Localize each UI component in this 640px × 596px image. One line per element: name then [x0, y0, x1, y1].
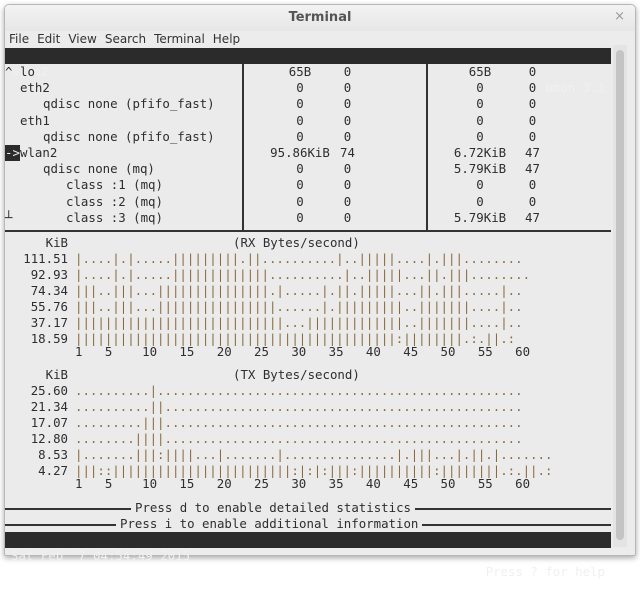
status-help: Press ? for help [485, 564, 605, 579]
graph-y-level: 111.51 [23, 251, 68, 266]
graph-y-level: 8.53 [38, 446, 68, 462]
graph-bars-row: ..........|.............................… [75, 383, 523, 398]
graph-y-level: 55.76 [30, 298, 68, 314]
interface-row-name[interactable]: lo [20, 64, 35, 80]
interface-tx-packets: 47 [525, 145, 540, 160]
interface-tx-packets: 0 [528, 177, 537, 193]
column-divider-1 [242, 64, 244, 232]
interface-row-name[interactable]: qdisc none (mq) [43, 161, 155, 177]
interface-row-name[interactable]: qdisc none (pfifo_fast) [43, 96, 215, 112]
status-bar: Sat Feb 7 04:54:49 2015 Press ? for help [5, 532, 611, 579]
interface-rx-packets: 0 [343, 64, 352, 79]
column-divider-2 [426, 64, 428, 232]
close-icon[interactable]: × [614, 9, 625, 24]
info-detailed: Press d to enable detailed statistics [5, 500, 611, 516]
scrollbar[interactable] [613, 45, 627, 547]
graph-y-level: 18.59 [30, 330, 68, 346]
graph-bars-row: |||..|||...||||||||||||||||......|.|||||… [75, 298, 523, 314]
interface-tx-packets: 0 [528, 96, 537, 112]
interface-tx-bytes: 0 [476, 128, 484, 144]
list-bottom-divider [5, 230, 611, 232]
scrollbar-thumb[interactable] [616, 50, 624, 540]
graph-bars-row: |....|.|.....|||||||||||||..........|..|… [75, 266, 531, 282]
interface-rx-packets: 74 [340, 145, 355, 160]
interface-row-name[interactable]: eth2 [20, 80, 50, 96]
interface-tx-packets: 0 [528, 128, 537, 144]
graph-bars-row: ..........||............................… [75, 398, 523, 414]
interface-tx-packets: 0 [528, 64, 537, 79]
interface-rx-packets: 0 [343, 80, 352, 96]
graph-y-level: 92.93 [30, 266, 68, 282]
window-title: Terminal [288, 10, 352, 25]
info-detailed-text: Press d to enable detailed statistics [131, 500, 416, 516]
interface-tx-bytes: 0 [476, 177, 484, 193]
interface-marker: ┴ [5, 209, 13, 225]
header-bar: wlan2 bmon 3.1 [5, 48, 611, 95]
interface-rx-packets: 0 [343, 161, 352, 177]
graph-title: (RX Bytes/second) [233, 235, 360, 250]
graph-y-level: 12.80 [30, 430, 68, 446]
graph-bars-row: ........||||............................… [75, 430, 523, 446]
interface-marker: -> [5, 145, 20, 161]
interface-tx-packets: 0 [528, 193, 537, 209]
interface-rx-packets: 0 [343, 96, 352, 112]
interface-row-name[interactable]: class :1 (mq) [66, 177, 163, 193]
interface-rx-packets: 0 [343, 128, 352, 144]
graph-y-level: 37.17 [30, 314, 68, 330]
interface-row-name[interactable]: wlan2 [20, 145, 57, 161]
graph-y-level: 21.34 [30, 398, 68, 414]
interface-row-name[interactable]: qdisc none (pfifo_fast) [43, 129, 215, 145]
graph-bars-row: .........|||............................… [75, 414, 523, 430]
interface-tx-bytes: 5.79KiB [453, 161, 507, 177]
graph-y-level: 74.34 [30, 282, 68, 298]
interface-tx-packets: 47 [525, 161, 540, 177]
graph-y-level: 25.60 [30, 383, 68, 398]
graph-title: (TX Bytes/second) [233, 367, 360, 382]
interface-tx-packets: 0 [528, 80, 537, 96]
graph-y-level: 17.07 [30, 414, 68, 430]
interface-rx-packets: 0 [343, 177, 352, 193]
interface-tx-bytes: 0 [476, 80, 484, 96]
graph-x-ticks: 1 5 10 15 20 25 30 35 40 45 50 55 60 [75, 344, 531, 360]
interface-rx-packets: 0 [343, 193, 352, 209]
graph-bars-row: |.......|||:||||...|.......|............… [75, 446, 553, 462]
graph-unit-label: KiB [45, 235, 68, 250]
interface-row-name[interactable]: class :3 (mq) [66, 210, 163, 226]
graph-bars-row: ||||||||||||||||||||||||||||...|||||||||… [75, 314, 523, 330]
interface-tx-bytes: 5.79KiB [453, 209, 507, 225]
interface-row-name[interactable]: eth1 [20, 113, 50, 129]
graph-x-ticks: 1 5 10 15 20 25 30 35 40 45 50 55 60 [75, 476, 531, 492]
interface-row-name[interactable]: class :2 (mq) [66, 194, 163, 210]
interface-marker: ^ [5, 64, 13, 79]
graph-bars-row: |||..|||...|||||||||||||||.|.....|.||.||… [75, 282, 523, 298]
info-additional: Press i to enable additional information [5, 516, 611, 532]
graph-unit-label: KiB [45, 367, 68, 382]
interface-tx-bytes: 0 [476, 96, 484, 112]
info-additional-text: Press i to enable additional information [116, 516, 423, 532]
interface-tx-bytes: 0 [476, 112, 484, 128]
graph-y-level: 4.27 [38, 462, 68, 478]
terminal-content[interactable]: wlan2 bmon 3.1 ^ lo 65B 0 65B 0 eth2 0 0 0 0 qdisc … [5, 45, 611, 579]
interface-rx-packets: 0 [343, 209, 352, 225]
graph-bars-row: |....|.|.....|||||||||.||..........|..||… [75, 251, 523, 266]
interface-rx-packets: 0 [343, 112, 352, 128]
interface-tx-bytes: 0 [476, 193, 484, 209]
interface-tx-bytes: 6.72KiB [453, 145, 507, 160]
interface-tx-packets: 47 [525, 209, 540, 225]
title-bar[interactable]: Terminal × [5, 5, 635, 31]
interface-tx-bytes: 65B [468, 64, 492, 79]
interface-tx-packets: 0 [528, 112, 537, 128]
